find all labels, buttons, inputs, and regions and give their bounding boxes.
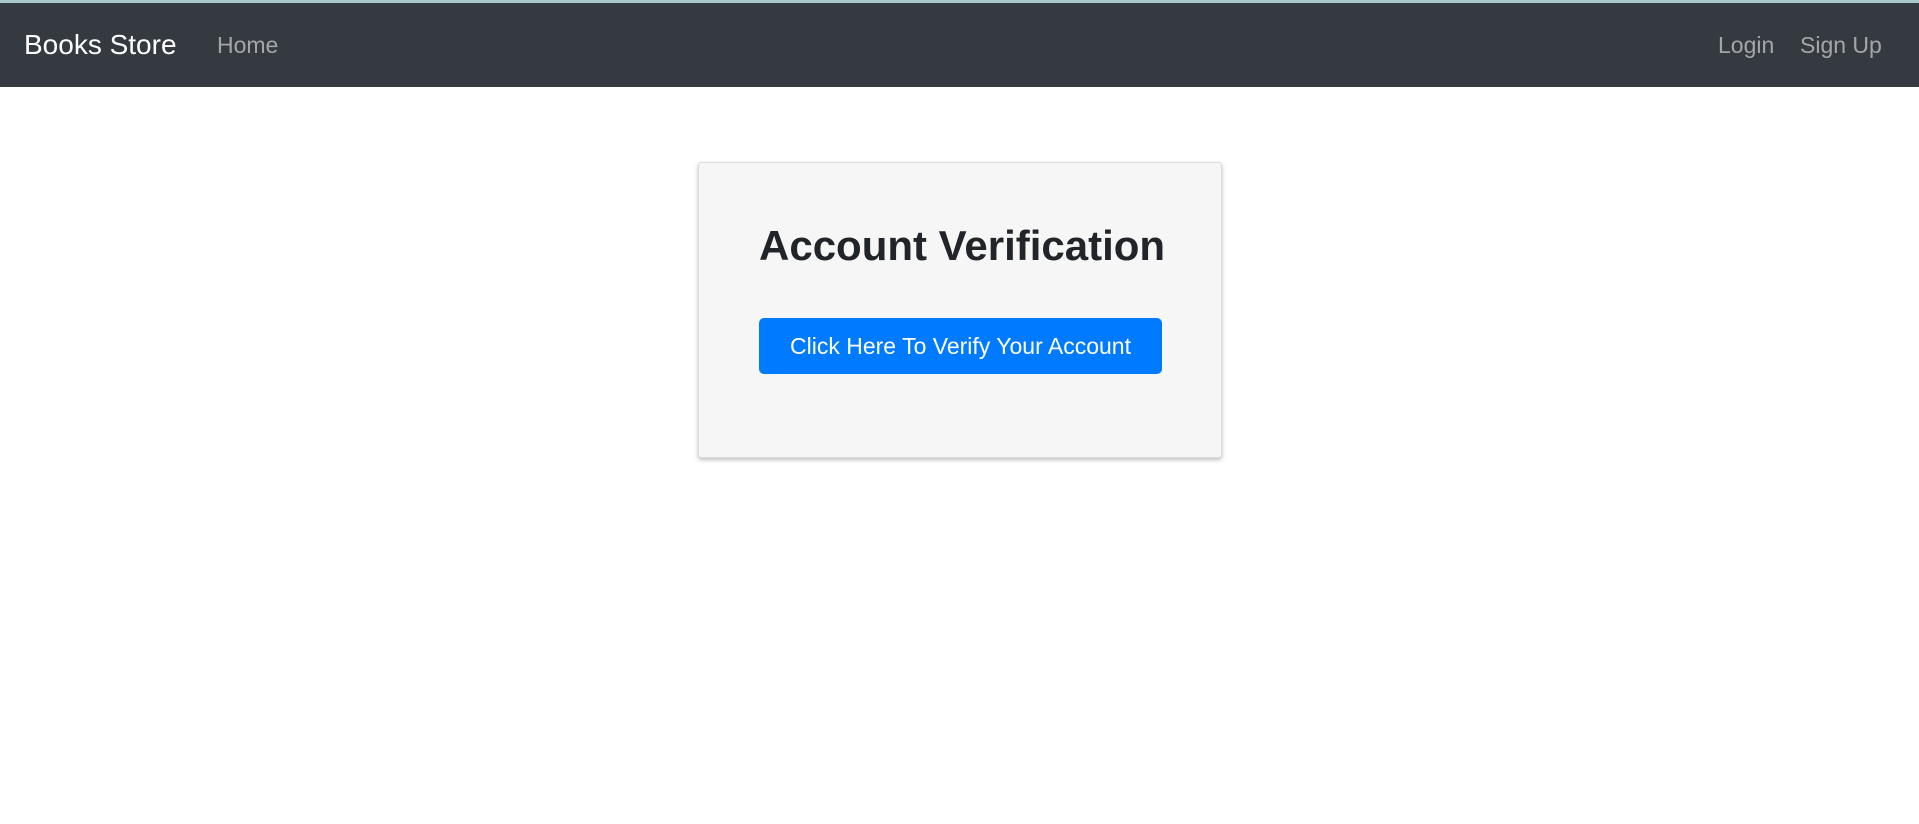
verify-account-button[interactable]: Click Here To Verify Your Account xyxy=(759,318,1162,374)
nav-link-login[interactable]: Login xyxy=(1718,3,1774,87)
verification-card: Account Verification Click Here To Verif… xyxy=(698,162,1222,458)
brand-link[interactable]: Books Store xyxy=(24,3,177,87)
page-title: Account Verification xyxy=(759,222,1166,269)
nav-link-home[interactable]: Home xyxy=(217,3,278,87)
navbar: Books Store Home Login Sign Up xyxy=(0,3,1919,87)
nav-link-sign-up[interactable]: Sign Up xyxy=(1800,3,1882,87)
